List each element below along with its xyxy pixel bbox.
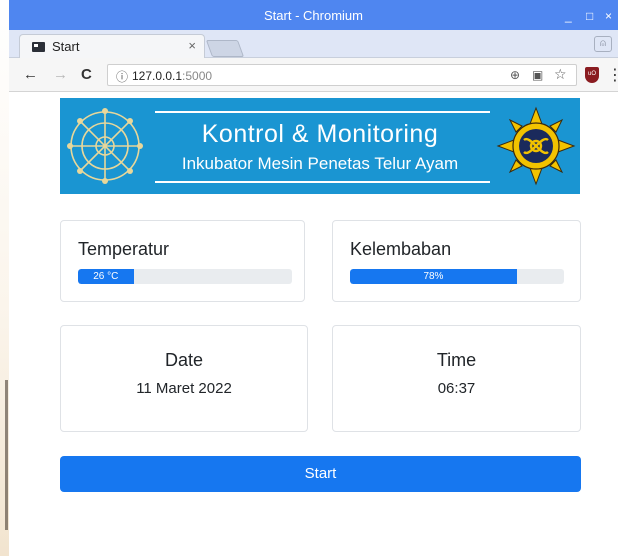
temperature-card: Temperatur 26 °C: [60, 220, 305, 302]
zoom-icon[interactable]: ⊕: [510, 68, 520, 82]
window-title: Start - Chromium: [264, 8, 363, 23]
minimize-button[interactable]: _: [565, 9, 572, 23]
date-heading: Date: [164, 350, 204, 370]
address-bar[interactable]: ⓘ 127.0.0.1:5000 ⊕ ▣ ☆: [107, 64, 577, 86]
humidity-card: Kelembaban 78%: [332, 220, 581, 302]
tab-strip: Start × ⍝: [9, 30, 618, 58]
banner-top-line: [155, 111, 490, 113]
close-window-button[interactable]: ×: [605, 9, 612, 23]
profile-icon[interactable]: ⍝: [594, 36, 612, 52]
tab-start[interactable]: Start ×: [19, 34, 205, 58]
humidity-progress: 78%: [350, 269, 564, 284]
header-banner: Kontrol & Monitoring Inkubator Mesin Pen…: [60, 98, 580, 194]
forward-button[interactable]: →: [53, 66, 68, 83]
desktop-edge-strip: [5, 380, 8, 530]
time-heading: Time: [436, 350, 477, 370]
time-value: 06:37: [437, 380, 476, 397]
browser-menu-icon[interactable]: ⋮: [607, 65, 618, 85]
terminal-favicon-icon: [32, 42, 45, 52]
reload-button[interactable]: C: [81, 66, 92, 83]
temperature-progress-bar: 26 °C: [78, 269, 134, 284]
bookmark-star-icon[interactable]: ☆: [554, 66, 567, 83]
tab-label: Start: [52, 39, 80, 54]
banner-bottom-line: [155, 181, 490, 183]
url-port: :5000: [182, 69, 213, 83]
browser-toolbar: ← → C ⓘ 127.0.0.1:5000 ⊕ ▣ ☆ uO ⋮: [9, 58, 618, 92]
title-bar[interactable]: Start - Chromium _ □ ×: [9, 0, 618, 30]
date-value: 11 Maret 2022: [136, 380, 232, 397]
maximize-button[interactable]: □: [586, 9, 593, 23]
url-host: 127.0.0.1: [132, 69, 183, 83]
humidity-progress-bar: 78%: [350, 269, 517, 284]
temperature-progress: 26 °C: [78, 269, 292, 284]
ublock-extension-icon[interactable]: uO: [585, 67, 599, 83]
browser-window: Start - Chromium _ □ × Start × ⍝ ← → C ⓘ…: [9, 0, 618, 556]
time-card: Time 06:37: [332, 325, 581, 432]
url-text: 127.0.0.1:5000: [132, 69, 212, 83]
tab-close-icon[interactable]: ×: [188, 38, 196, 53]
university-logo-icon: [496, 106, 576, 186]
site-info-icon[interactable]: ⓘ: [116, 68, 128, 85]
date-card: Date 11 Maret 2022: [60, 325, 308, 432]
page-content: Kontrol & Monitoring Inkubator Mesin Pen…: [9, 92, 618, 556]
back-button[interactable]: ←: [23, 66, 38, 83]
temperature-heading: Temperatur: [78, 239, 170, 259]
translate-icon[interactable]: ▣: [532, 68, 543, 82]
new-tab-button[interactable]: [205, 40, 245, 57]
humidity-heading: Kelembaban: [350, 239, 452, 259]
start-button[interactable]: Start: [60, 456, 581, 492]
